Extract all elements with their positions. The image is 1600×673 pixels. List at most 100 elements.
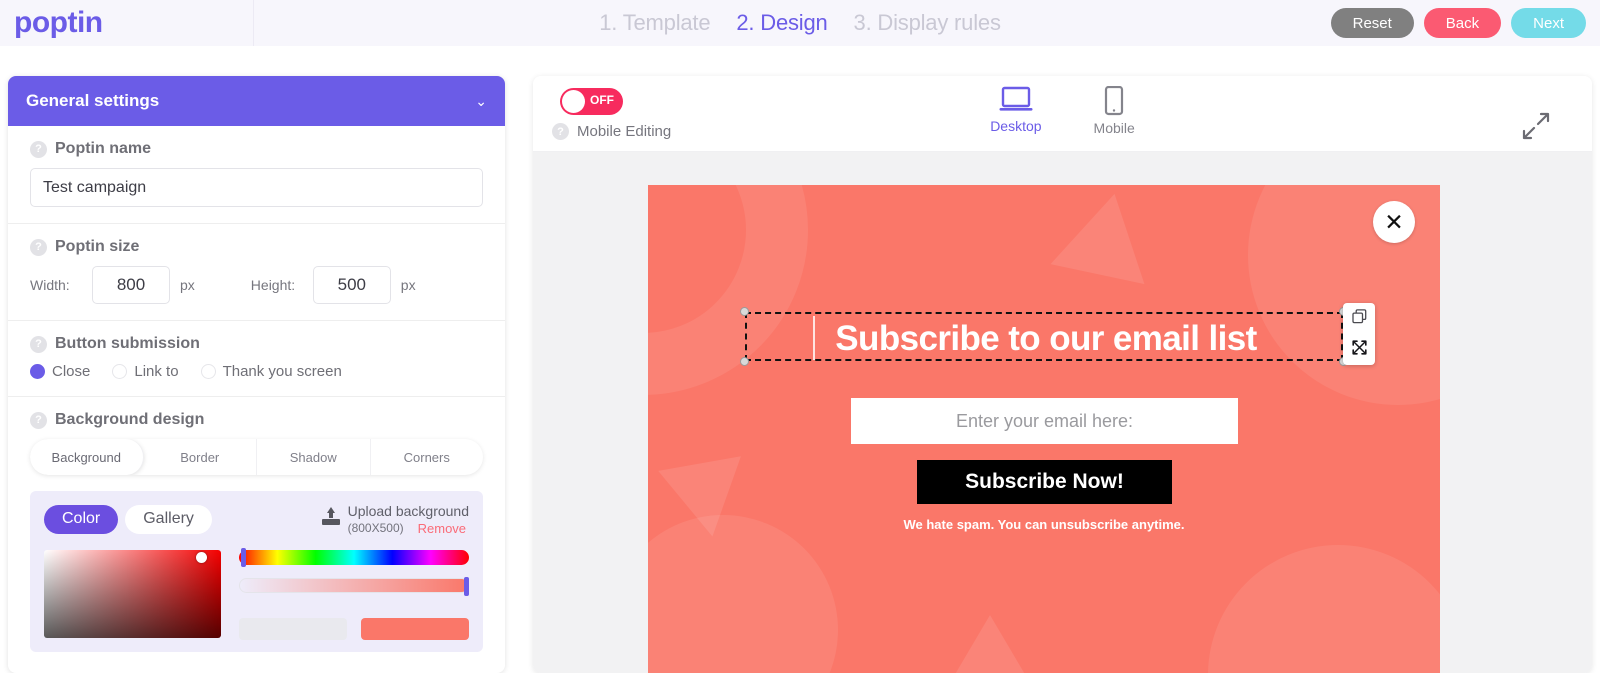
alpha-slider[interactable] (239, 576, 469, 596)
height-input[interactable] (312, 266, 391, 304)
radio-close[interactable]: Close (30, 363, 90, 380)
help-icon[interactable]: ? (30, 411, 47, 429)
popup-close-button[interactable]: ✕ (1373, 201, 1415, 243)
upload-background-control[interactable]: Upload background (800X500) Remove (321, 503, 469, 536)
radio-dot-icon (30, 364, 45, 379)
poptin-size-label-row: ? Poptin size (30, 238, 483, 256)
radio-link-to[interactable]: Link to (112, 363, 179, 380)
pill-color[interactable]: Color (44, 504, 119, 534)
subscribe-button-label: Subscribe Now! (965, 470, 1124, 493)
step-display-rules[interactable]: 3. Display rules (854, 10, 1001, 36)
alpha-slider-handle[interactable] (464, 576, 469, 596)
background-mode-row: Color Gallery Upload background (800X500… (44, 503, 469, 536)
panel-title: General settings (26, 91, 160, 110)
poptin-name-label: Poptin name (55, 140, 152, 157)
radio-dot-icon (112, 364, 128, 379)
deco-circle-icon (1208, 545, 1440, 673)
background-design-label-row: ? Background design (30, 411, 483, 429)
upload-background-label: Upload background (347, 503, 469, 519)
radio-link-to-label: Link to (134, 363, 179, 380)
close-icon: ✕ (1384, 208, 1404, 235)
deco-triangle-icon (944, 615, 1036, 673)
tab-shadow[interactable]: Shadow (257, 439, 371, 475)
device-mobile-label: Mobile (1093, 120, 1135, 136)
general-settings-panel: General settings ⌄ ? Poptin name ? Popti… (8, 76, 505, 673)
mobile-icon (1105, 86, 1124, 116)
tab-border[interactable]: Border (144, 439, 257, 475)
expand-icon[interactable] (1522, 112, 1550, 145)
poptin-name-section: ? Poptin name (8, 126, 505, 224)
radio-dot-icon (200, 364, 216, 379)
button-submission-section: ? Button submission Close Link to Thank … (8, 321, 505, 397)
background-design-label: Background design (55, 411, 205, 428)
submission-radio-group: Close Link to Thank you screen (30, 363, 483, 380)
email-placeholder-text: Enter your email here: (955, 410, 1134, 431)
picker-sliders (239, 547, 469, 640)
brand-logo[interactable]: poptin (0, 0, 253, 46)
width-input[interactable] (92, 266, 170, 304)
help-icon[interactable]: ? (30, 140, 47, 158)
poptin-size-section: ? Poptin size Width: px Height: px (8, 224, 505, 321)
device-switcher: Desktop Mobile (533, 86, 1592, 136)
panel-header[interactable]: General settings ⌄ (8, 76, 505, 126)
help-icon[interactable]: ? (30, 238, 47, 256)
color-value-fields (239, 617, 469, 640)
step-design[interactable]: 2. Design (736, 10, 827, 36)
hue-slider-handle[interactable] (241, 547, 246, 567)
editor-canvas: ✕ Subscribe to our email list Enter your… (533, 152, 1592, 673)
popup-preview: ✕ Subscribe to our email list Enter your… (648, 185, 1440, 673)
email-input-field[interactable]: Enter your email here: (851, 398, 1238, 444)
editor-toolbar: OFF ? Mobile Editing Desktop Mobile (533, 76, 1592, 152)
radio-thank-you-screen[interactable]: Thank you screen (200, 363, 342, 380)
step-template[interactable]: 1. Template (599, 10, 710, 36)
duplicate-icon[interactable] (1351, 308, 1367, 329)
upload-text-group: Upload background (800X500) Remove (348, 503, 469, 536)
color-picker (44, 547, 469, 640)
saturation-value-box[interactable] (44, 549, 221, 638)
hex-field[interactable] (239, 617, 347, 640)
width-unit: px (180, 277, 195, 293)
hue-slider[interactable] (239, 547, 469, 567)
poptin-name-label-row: ? Poptin name (30, 140, 483, 158)
poptin-size-label: Poptin size (55, 238, 140, 255)
upload-icon (321, 507, 340, 527)
deco-ring-icon (648, 185, 808, 395)
editor-panel: OFF ? Mobile Editing Desktop Mobile ✕ Su… (533, 76, 1592, 673)
popup-headline[interactable]: Subscribe to our email list (747, 314, 1345, 363)
element-toolbar (1343, 303, 1375, 365)
move-icon[interactable] (1351, 339, 1367, 360)
headline-selection-box[interactable]: Subscribe to our email list (740, 307, 1348, 366)
subscribe-button[interactable]: Subscribe Now! (917, 460, 1172, 504)
header-divider (253, 0, 254, 46)
button-submission-label-row: ? Button submission (30, 335, 483, 353)
device-mobile[interactable]: Mobile (1094, 86, 1135, 136)
resize-handle-sw[interactable] (740, 357, 749, 366)
background-options-box: Color Gallery Upload background (800X500… (30, 491, 483, 652)
button-submission-label: Button submission (55, 335, 200, 352)
top-header: poptin 1. Template 2. Design 3. Display … (0, 0, 1600, 46)
logo-text: poptin (14, 6, 103, 39)
poptin-name-input[interactable] (30, 168, 483, 207)
remove-background-link[interactable]: Remove (418, 521, 466, 536)
back-button[interactable]: Back (1423, 8, 1502, 38)
height-unit: px (400, 277, 416, 293)
background-design-tabs: Background Border Shadow Corners (30, 439, 483, 475)
resize-handle-nw[interactable] (740, 307, 749, 316)
pill-gallery[interactable]: Gallery (125, 504, 212, 534)
sv-knob-handle[interactable] (196, 551, 207, 563)
spam-disclaimer: We hate spam. You can unsubscribe anytim… (903, 517, 1185, 532)
help-icon[interactable]: ? (30, 335, 47, 353)
size-inputs-row: Width: px Height: px (30, 266, 483, 304)
deco-triangle-icon (1050, 185, 1162, 285)
height-label: Height: (250, 277, 296, 293)
device-desktop[interactable]: Desktop (990, 86, 1042, 136)
radio-close-label: Close (52, 363, 91, 380)
next-button[interactable]: Next (1511, 8, 1586, 38)
chevron-down-icon[interactable]: ⌄ (475, 93, 487, 110)
reset-button[interactable]: Reset (1330, 8, 1414, 38)
color-swatch[interactable] (361, 617, 469, 640)
desktop-icon (999, 86, 1033, 111)
radio-thank-you-label: Thank you screen (222, 363, 342, 380)
tab-corners[interactable]: Corners (371, 439, 484, 475)
tab-background[interactable]: Background (30, 439, 144, 475)
